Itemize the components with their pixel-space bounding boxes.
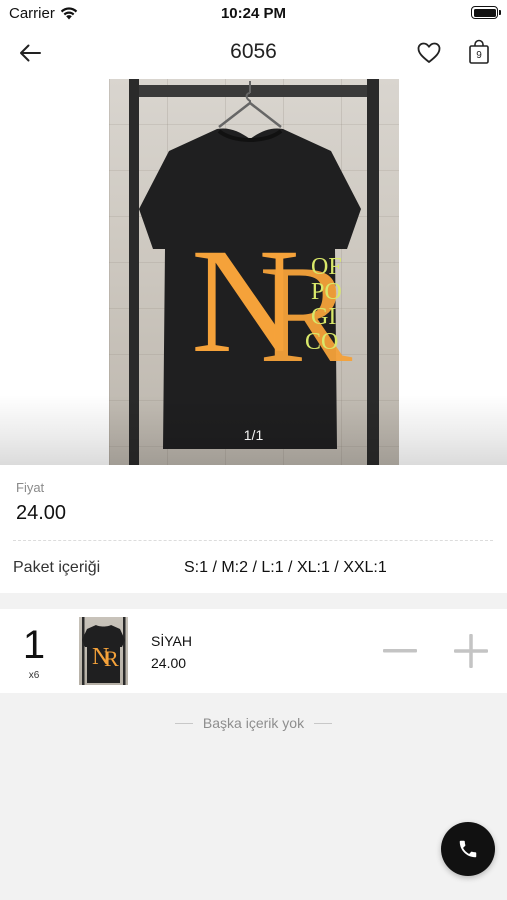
quantity-multiplier: x6 (28, 670, 40, 681)
print-text: GI (311, 304, 336, 330)
quantity-value: 1 (22, 623, 46, 667)
price-value: 24.00 (16, 502, 67, 524)
variant-row: 1 x6 N R SİYAH 24.00 (0, 609, 507, 693)
print-text: PO (311, 279, 342, 305)
minus-icon (383, 649, 417, 653)
variant-price: 24.00 (151, 655, 187, 671)
photo-counter: 1/1 (243, 427, 264, 443)
cart-count-badge: 9 (476, 50, 482, 61)
favorite-button[interactable] (414, 38, 444, 68)
divider (13, 540, 493, 541)
cart-button[interactable]: 9 (464, 38, 494, 68)
status-bar: Carrier 10:24 PM (0, 0, 507, 28)
plus-icon (454, 634, 488, 668)
nav-bar: 6056 9 (0, 28, 507, 79)
variant-thumbnail[interactable]: N R (79, 617, 128, 685)
package-label: Paket içeriği (13, 559, 101, 576)
svg-text:R: R (104, 646, 119, 671)
print-text: CO (305, 329, 338, 355)
decrease-quantity-button[interactable] (380, 634, 420, 668)
empty-note-text: Başka içerik yok (202, 715, 305, 731)
tshirt-thumbnail-image: N R (82, 617, 126, 685)
heart-icon (417, 42, 441, 63)
variant-color: SİYAH (151, 633, 192, 649)
call-button[interactable] (441, 822, 495, 876)
package-value: S:1 / M:2 / L:1 / XL:1 / XXL:1 (184, 559, 387, 576)
print-text: OF (311, 254, 342, 280)
battery-icon (471, 6, 501, 19)
no-more-content-note: Başka içerik yok (0, 715, 507, 731)
product-gallery[interactable]: N R OF PO GI CO 1/1 (0, 79, 507, 465)
price-label: Fiyat (16, 480, 45, 495)
phone-icon (459, 840, 477, 858)
status-time: 10:24 PM (220, 5, 287, 22)
price-section: Fiyat 24.00 Paket içeriği S:1 / M:2 / L:… (0, 465, 507, 593)
increase-quantity-button[interactable] (450, 634, 492, 668)
